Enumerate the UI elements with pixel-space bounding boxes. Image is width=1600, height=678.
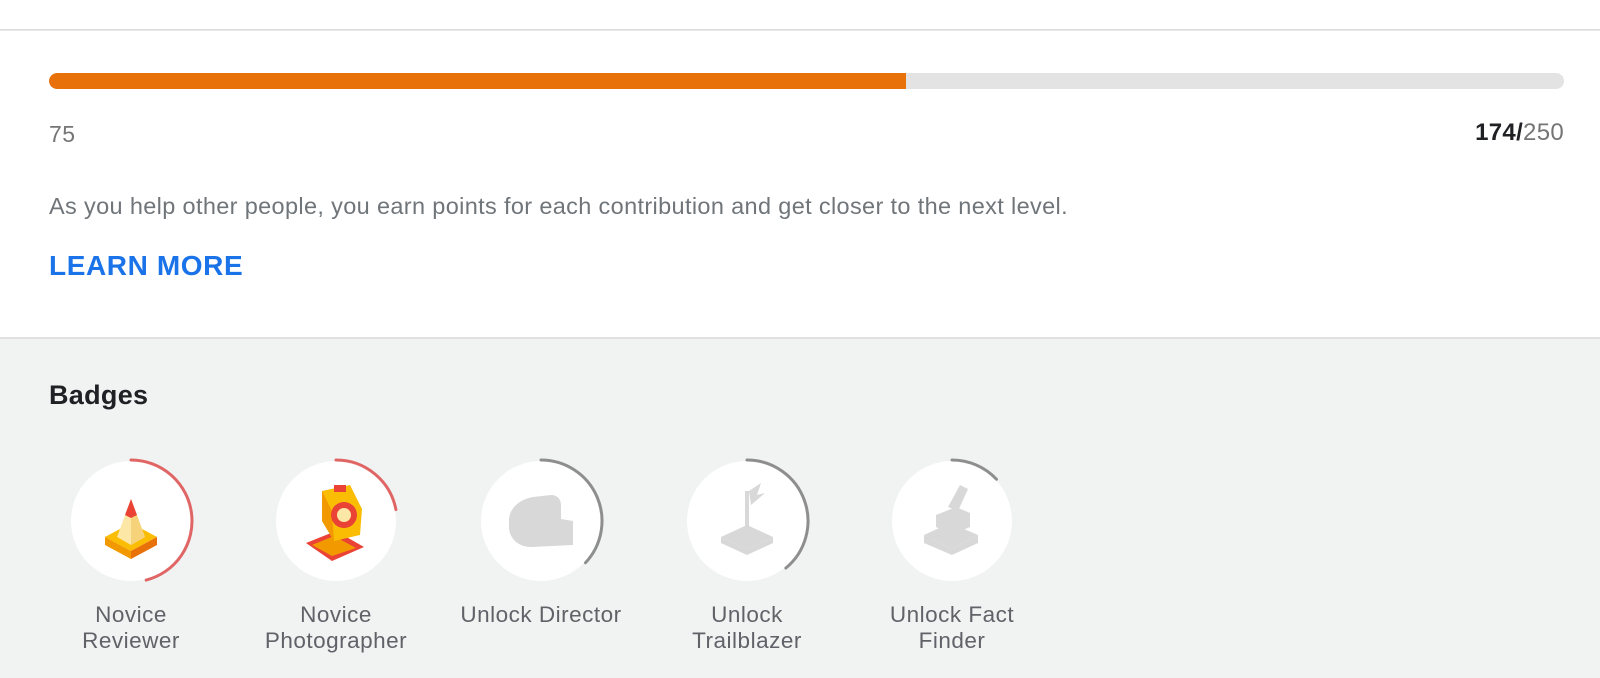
points-separator: / [1516, 119, 1524, 146]
level-progress-bar [49, 73, 1564, 89]
badge-director[interactable]: Unlock Director [436, 455, 646, 678]
level-progress-fill [49, 73, 906, 89]
level-start-points: 75 [49, 121, 76, 147]
badge-label: Unlock Director [460, 602, 622, 627]
badge-ring [71, 458, 194, 582]
badge-fact-finder[interactable]: Unlock Fact Finder [847, 455, 1057, 678]
badge-ring [276, 458, 398, 581]
level-description: As you help other people, you earn point… [49, 193, 1068, 219]
badge-label: Novice Reviewer [82, 602, 180, 653]
badge-label: Unlock Fact Finder [889, 602, 1015, 653]
current-points: 174 [1475, 119, 1517, 146]
level-points-counter: 174/250 [1475, 119, 1564, 147]
badge-novice-photographer[interactable]: Novice Photographer [231, 455, 441, 678]
badge-label: Novice Photographer [264, 602, 408, 653]
badge-trailblazer[interactable]: Unlock Trailblazer [642, 455, 852, 678]
top-strip [0, 0, 1600, 30]
badge-ring [892, 458, 1012, 581]
badge-ring [481, 458, 604, 581]
badges-section-title: Badges [49, 380, 149, 410]
learn-more-link[interactable]: LEARN MORE [49, 250, 243, 282]
next-level-points: 250 [1523, 119, 1564, 146]
badge-label: Unlock Trailblazer [692, 602, 802, 653]
level-progress-card: 75 174/250 As you help other people, you… [0, 31, 1600, 339]
badge-novice-reviewer[interactable]: Novice Reviewer [26, 455, 236, 678]
badge-ring [687, 458, 810, 581]
